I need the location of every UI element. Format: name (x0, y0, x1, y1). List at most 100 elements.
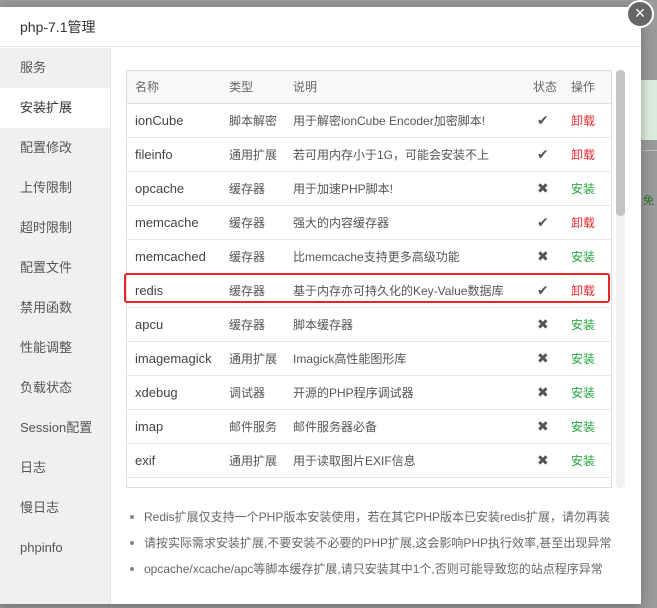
cell-status: ✔ (525, 103, 563, 138)
sidebar-item-10[interactable]: 日志 (0, 448, 110, 488)
cell-op: 卸载 (563, 137, 611, 172)
close-button[interactable]: × (626, 0, 654, 28)
tip-item: 请按实际需求安装扩展,不要安装不必要的PHP扩展,这会影响PHP执行效率,甚至出… (128, 530, 611, 556)
sidebar-menu: 服务 安装扩展 配置修改 上传限制 超时限制 配置文件 禁用函数 性能调整 负载状态 Sessio… (0, 48, 111, 604)
sidebar-item-9[interactable]: Session配置 (0, 408, 110, 448)
cell-status: ✔ (525, 205, 563, 240)
sidebar-item-8[interactable]: 负载状态 (0, 368, 110, 408)
cell-op: 安装 (563, 239, 611, 274)
uninstall-link[interactable]: 卸载 (571, 114, 595, 128)
table-row: xdebug 调试器 开源的PHP程序调试器 ✖ 安装 (127, 375, 611, 410)
table-row: imap 邮件服务 邮件服务器必备 ✖ 安装 (127, 409, 611, 444)
cell-name: ionCube (127, 103, 221, 138)
check-icon: ✔ (537, 281, 549, 298)
dialog-title: php-7.1管理 (0, 7, 641, 47)
extensions-table: 名称 类型 说明 状态 操作 ionCube 脚本解密 用于解密ionCube En… (127, 71, 611, 478)
install-link[interactable]: 安装 (571, 182, 595, 196)
background-text: 免 (643, 195, 654, 207)
cell-desc: 开源的PHP程序调试器 (285, 375, 525, 410)
table-row: memcache 缓存器 强大的内容缓存器 ✔ 卸载 (127, 205, 611, 240)
cell-type: 缓存器 (221, 307, 285, 342)
sidebar-item-5[interactable]: 配置文件 (0, 248, 110, 288)
sidebar-item-12[interactable]: phpinfo (0, 528, 110, 568)
sidebar-item-1[interactable]: 安装扩展 (0, 88, 110, 128)
extensions-table-container[interactable]: 名称 类型 说明 状态 操作 ionCube 脚本解密 用于解密ionCube En… (126, 70, 612, 488)
uninstall-link[interactable]: 卸载 (571, 148, 595, 162)
table-scrollbar[interactable] (616, 70, 625, 488)
cell-desc: 脚本缓存器 (285, 307, 525, 342)
background-panel-lines (641, 150, 657, 570)
cell-op: 卸载 (563, 273, 611, 308)
cell-status: ✖ (525, 239, 563, 274)
cell-status: ✔ (525, 137, 563, 172)
cell-name: redis (127, 273, 221, 308)
scroll-thumb[interactable] (616, 70, 625, 216)
header-op: 操作 (563, 71, 611, 104)
install-link[interactable]: 安装 (571, 318, 595, 332)
table-row: apcu 缓存器 脚本缓存器 ✖ 安装 (127, 307, 611, 342)
sidebar-item-3[interactable]: 上传限制 (0, 168, 110, 208)
cross-icon: ✖ (537, 315, 549, 332)
install-link[interactable]: 安装 (571, 420, 595, 434)
cell-desc: 用于加速PHP脚本! (285, 171, 525, 206)
sidebar-item-0[interactable]: 服务 (0, 48, 110, 88)
cell-name: opcache (127, 171, 221, 206)
check-icon: ✔ (537, 111, 549, 128)
install-link[interactable]: 安装 (571, 250, 595, 264)
cell-desc: 用于解密ionCube Encoder加密脚本! (285, 103, 525, 138)
cell-type: 缓存器 (221, 273, 285, 308)
cell-op: 安装 (563, 171, 611, 206)
cell-name: exif (127, 443, 221, 478)
cell-name: xdebug (127, 375, 221, 410)
install-link[interactable]: 安装 (571, 386, 595, 400)
cell-desc: 用于读取图片EXIF信息 (285, 443, 525, 478)
cell-op: 安装 (563, 375, 611, 410)
extensions-panel: 名称 类型 说明 状态 操作 ionCube 脚本解密 用于解密ionCube En… (112, 48, 641, 604)
cell-type: 邮件服务 (221, 409, 285, 444)
uninstall-link[interactable]: 卸载 (571, 216, 595, 230)
cell-type: 缓存器 (221, 171, 285, 206)
cell-name: memcache (127, 205, 221, 240)
tip-item: Redis扩展仅支持一个PHP版本安装使用，若在其它PHP版本已安装redis扩… (128, 504, 610, 530)
uninstall-link[interactable]: 卸载 (571, 284, 595, 298)
cell-name: apcu (127, 307, 221, 342)
cell-type: 脚本解密 (221, 103, 285, 138)
table-row: fileinfo 通用扩展 若可用内存小于1G，可能会安装不上 ✔ 卸载 (127, 137, 611, 172)
php-manager-dialog: php-7.1管理 服务 安装扩展 配置修改 上传限制 超时限制 配置文件 禁用函数 性能调整… (0, 7, 641, 604)
cell-op: 卸载 (563, 205, 611, 240)
sidebar-item-2[interactable]: 配置修改 (0, 128, 110, 168)
sidebar-item-11[interactable]: 慢日志 (0, 488, 110, 528)
cell-desc: 基于内存亦可持久化的Key-Value数据库 (285, 273, 525, 308)
cross-icon: ✖ (537, 179, 549, 196)
cell-type: 调试器 (221, 375, 285, 410)
sidebar-item-4[interactable]: 超时限制 (0, 208, 110, 248)
install-link[interactable]: 安装 (571, 352, 595, 366)
cross-icon: ✖ (537, 417, 549, 434)
cell-status: ✖ (525, 443, 563, 478)
cross-icon: ✖ (537, 247, 549, 264)
table-header-row: 名称 类型 说明 状态 操作 (127, 71, 611, 104)
cell-op: 安装 (563, 307, 611, 342)
install-link[interactable]: 安装 (571, 454, 595, 468)
cell-op: 安装 (563, 341, 611, 376)
cell-op: 卸载 (563, 103, 611, 138)
header-type: 类型 (221, 71, 285, 104)
header-status: 状态 (525, 71, 563, 104)
cell-desc: 邮件服务器必备 (285, 409, 525, 444)
sidebar-item-6[interactable]: 禁用函数 (0, 288, 110, 328)
tip-item: opcache/xcache/apc等脚本缓存扩展,请只安装其中1个,否则可能导… (128, 556, 608, 582)
cell-type: 通用扩展 (221, 443, 285, 478)
table-row: exif 通用扩展 用于读取图片EXIF信息 ✖ 安装 (127, 443, 611, 478)
cell-status: ✖ (525, 409, 563, 444)
cell-type: 缓存器 (221, 205, 285, 240)
cell-desc: Imagick高性能图形库 (285, 341, 525, 376)
cross-icon: ✖ (537, 349, 549, 366)
cell-status: ✔ (525, 273, 563, 308)
table-row: ionCube 脚本解密 用于解密ionCube Encoder加密脚本! ✔ 卸载 (127, 103, 611, 138)
cell-status: ✖ (525, 307, 563, 342)
header-desc: 说明 (285, 71, 525, 104)
sidebar-item-7[interactable]: 性能调整 (0, 328, 110, 368)
tips-list: Redis扩展仅支持一个PHP版本安装使用，若在其它PHP版本已安装redis扩… (128, 504, 611, 582)
table-row: redis 缓存器 基于内存亦可持久化的Key-Value数据库 ✔ 卸载 (127, 273, 611, 308)
cell-name: imap (127, 409, 221, 444)
